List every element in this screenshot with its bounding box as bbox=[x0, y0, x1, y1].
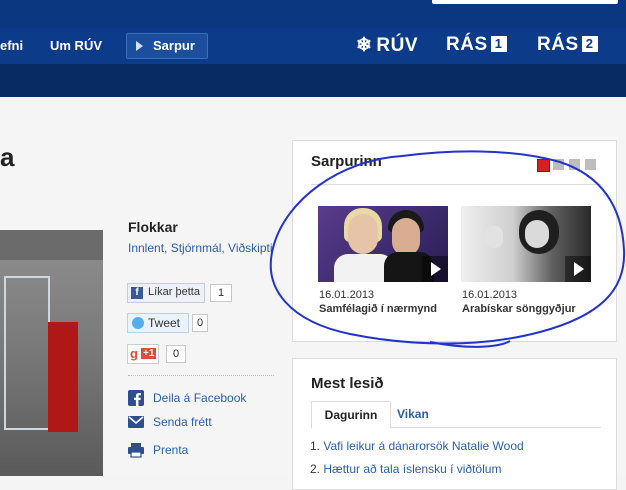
gplus-label: +1 bbox=[141, 348, 157, 359]
list-item-link[interactable]: Vafi leikur á dánarorsök Natalie Wood bbox=[323, 439, 523, 453]
facebook-like-button[interactable]: f Líkar þetta bbox=[127, 283, 205, 303]
tweet-button[interactable]: Tweet bbox=[127, 313, 189, 333]
send-news-label: Senda frétt bbox=[153, 415, 212, 429]
mest-lesid-heading: Mest lesið bbox=[311, 375, 384, 392]
nav-item-um-ruv[interactable]: Um RÚV bbox=[50, 38, 102, 53]
mest-lesid-panel: Mest lesið Dagurinn Vikan 1. Vafi leikur… bbox=[292, 358, 617, 490]
sarpur-item-date: 16.01.2013 bbox=[319, 289, 375, 301]
google-plus-button[interactable]: g +1 bbox=[127, 344, 159, 364]
list-item[interactable]: 2. Hættur að tala íslensku í viðtölum bbox=[310, 462, 501, 476]
pager-dot-2[interactable] bbox=[553, 159, 564, 170]
gplus-count: 0 bbox=[166, 345, 186, 363]
twitter-icon bbox=[132, 317, 144, 329]
ruv-logo[interactable]: ❄ RÚV bbox=[356, 34, 418, 57]
like-label: Líkar þetta bbox=[148, 286, 200, 298]
print-label: Prenta bbox=[153, 443, 189, 457]
like-count: 1 bbox=[210, 284, 232, 302]
email-icon bbox=[128, 416, 144, 428]
thumb-person-face bbox=[392, 218, 420, 256]
tab-dagurinn[interactable]: Dagurinn bbox=[311, 401, 391, 429]
ras1-logo[interactable]: RÁS 1 bbox=[446, 34, 507, 56]
sarpurinn-panel: Sarpurinn 16.01.2013 Samfélagið í nærmyn… bbox=[292, 140, 617, 342]
article-photo[interactable] bbox=[0, 230, 103, 476]
article-title: a bbox=[0, 142, 15, 172]
tweet-count: 0 bbox=[192, 314, 208, 332]
header-top-stripe bbox=[0, 0, 626, 28]
ras2-label: RÁS bbox=[537, 34, 579, 55]
list-item-link[interactable]: Hættur að tala íslensku í viðtölum bbox=[323, 462, 501, 476]
sarpur-item-title[interactable]: Arabískar sönggyðjur bbox=[462, 303, 576, 315]
sarpur-item-title[interactable]: Samfélagið í nærmynd bbox=[319, 303, 437, 315]
facebook-icon: f bbox=[131, 287, 143, 299]
list-item-number: 2. bbox=[310, 462, 321, 476]
tab-vikan[interactable]: Vikan bbox=[397, 401, 429, 427]
ras2-number: 2 bbox=[581, 36, 598, 52]
nav-sarpur-label: Sarpur bbox=[153, 38, 195, 53]
search-field[interactable] bbox=[432, 0, 618, 4]
thumb-hand bbox=[485, 226, 503, 248]
thumb-singer-face bbox=[525, 220, 549, 248]
thumb-person-face bbox=[348, 214, 378, 254]
sarpurinn-heading: Sarpurinn bbox=[311, 153, 382, 170]
flokkar-links[interactable]: Innlent, Stjórnmál, Viðskipti bbox=[128, 241, 273, 255]
ras1-label: RÁS bbox=[446, 34, 488, 55]
ras2-logo[interactable]: RÁS 2 bbox=[537, 34, 598, 56]
pager-dot-4[interactable] bbox=[585, 159, 596, 170]
tweet-label: Tweet bbox=[148, 316, 181, 330]
play-icon[interactable] bbox=[422, 256, 448, 282]
nav-item-efni[interactable]: efni bbox=[0, 38, 23, 53]
facebook-icon bbox=[128, 390, 144, 406]
nav-item-sarpur[interactable]: Sarpur bbox=[126, 33, 208, 59]
sarpurinn-divider bbox=[311, 184, 601, 185]
divider bbox=[128, 375, 274, 376]
list-item[interactable]: 1. Vafi leikur á dánarorsök Natalie Wood bbox=[310, 439, 524, 453]
play-icon[interactable] bbox=[565, 256, 591, 282]
header-subnav-bar bbox=[0, 64, 626, 97]
list-item-number: 1. bbox=[310, 439, 321, 453]
google-plus-icon: g bbox=[130, 346, 138, 361]
flokkar-heading: Flokkar bbox=[128, 219, 178, 235]
printer-icon bbox=[128, 443, 144, 458]
share-facebook-label: Deila á Facebook bbox=[153, 391, 247, 405]
sarpur-thumbnail-2[interactable] bbox=[461, 206, 591, 282]
play-icon bbox=[136, 41, 143, 51]
photo-rack bbox=[4, 276, 50, 430]
pager-dot-1[interactable] bbox=[537, 159, 550, 172]
ras1-number: 1 bbox=[490, 36, 507, 52]
sarpur-thumbnail-1[interactable] bbox=[318, 206, 448, 282]
pager-dot-3[interactable] bbox=[569, 159, 580, 170]
sarpur-item-date: 16.01.2013 bbox=[462, 289, 518, 301]
snowflake-icon: ❄ bbox=[356, 35, 373, 56]
site-header: efni Um RÚV Sarpur ❄ RÚV RÁS 1 RÁS 2 bbox=[0, 0, 626, 97]
ruv-logo-label: RÚV bbox=[376, 35, 419, 56]
photo-red-machine bbox=[48, 322, 78, 432]
